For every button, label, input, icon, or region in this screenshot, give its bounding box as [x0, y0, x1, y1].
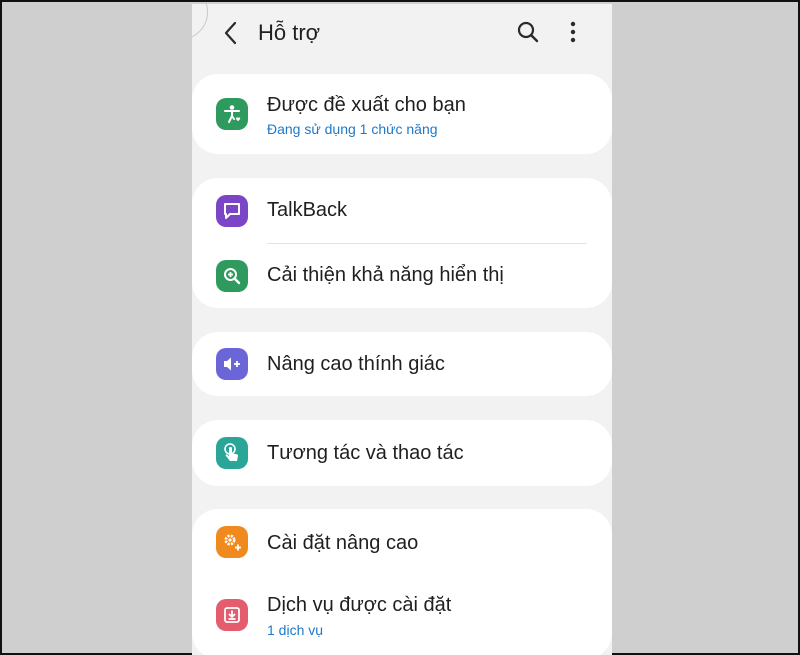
phone-screen: Hỗ trợ Được đề xuất cho bạn Đang sử dụng…: [192, 4, 612, 655]
item-label: Tương tác và thao tác: [267, 442, 464, 464]
screenshot-frame: Hỗ trợ Được đề xuất cho bạn Đang sử dụng…: [0, 0, 800, 655]
chat-bubble-icon: [224, 203, 240, 219]
touch-hand-icon: [224, 443, 238, 461]
item-label: Dịch vụ được cài đặt: [267, 594, 452, 616]
chevron-left-icon: [224, 21, 237, 45]
card-recommended: Được đề xuất cho bạn Đang sử dụng 1 chức…: [192, 74, 612, 154]
item-label: Cải thiện khả năng hiển thị: [267, 264, 504, 286]
card-vision: TalkBack Cải thiện khả năng hiển thị: [192, 178, 612, 308]
list-item-installed-services[interactable]: Dịch vụ được cài đặt 1 dịch vụ: [192, 575, 612, 655]
talkback-icon-tile: [216, 195, 248, 227]
list-item-visibility[interactable]: Cải thiện khả năng hiển thị: [192, 244, 612, 308]
item-label: Nâng cao thính giác: [267, 353, 445, 375]
list-item-hearing[interactable]: Nâng cao thính giác: [192, 332, 612, 396]
visibility-icon-tile: [216, 260, 248, 292]
advanced-settings-icon-tile: [216, 526, 248, 558]
page-title: Hỗ trợ: [258, 20, 321, 45]
card-interaction: Tương tác và thao tác: [192, 420, 612, 486]
recommended-icon-tile: [216, 98, 248, 130]
card-hearing: Nâng cao thính giác: [192, 332, 612, 396]
hearing-icon-tile: [216, 348, 248, 380]
list-item-advanced-settings[interactable]: Cài đặt nâng cao: [192, 509, 612, 575]
list-item-recommended[interactable]: Được đề xuất cho bạn Đang sử dụng 1 chức…: [192, 74, 612, 154]
item-label: TalkBack: [267, 199, 348, 221]
edge-panel-handle[interactable]: [192, 4, 208, 40]
back-button[interactable]: [216, 18, 246, 48]
zoom-in-icon: [224, 268, 241, 285]
accessibility-person-icon: [224, 105, 241, 123]
interaction-icon-tile: [216, 437, 248, 469]
more-options-button[interactable]: [559, 18, 587, 46]
installed-services-icon-tile: [216, 599, 248, 631]
search-icon: [517, 21, 539, 43]
list-item-talkback[interactable]: TalkBack: [192, 178, 612, 243]
volume-plus-icon: [224, 357, 240, 371]
item-subtitle: 1 dịch vụ: [267, 622, 324, 638]
search-button[interactable]: [514, 18, 542, 46]
card-advanced: Cài đặt nâng cao Dịch vụ được cài đặt 1 …: [192, 509, 612, 655]
item-label: Cài đặt nâng cao: [267, 532, 419, 554]
more-vert-icon: [570, 21, 576, 43]
item-label: Được đề xuất cho bạn: [267, 94, 466, 116]
app-bar: Hỗ trợ: [192, 4, 612, 66]
item-subtitle: Đang sử dụng 1 chức năng: [267, 121, 438, 137]
list-item-interaction[interactable]: Tương tác và thao tác: [192, 420, 612, 486]
download-box-icon: [224, 607, 240, 623]
gear-plus-icon: [224, 534, 241, 551]
